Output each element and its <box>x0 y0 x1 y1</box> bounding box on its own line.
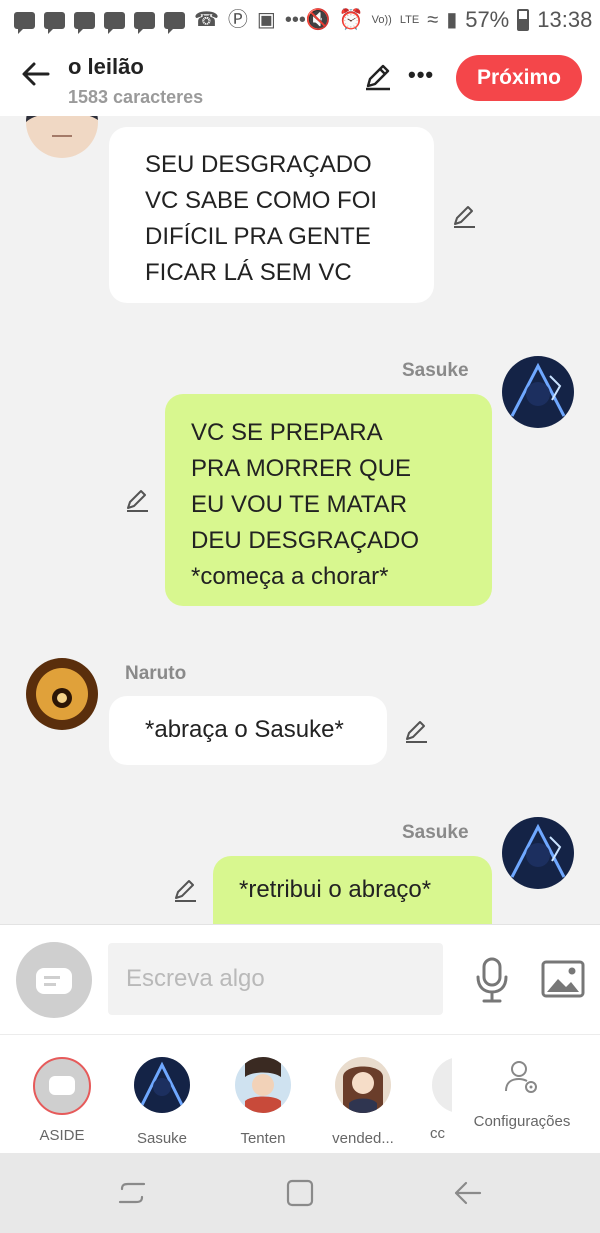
message-line: DEU DESGRAÇADO <box>191 527 420 554</box>
edit-message-pencil-icon[interactable] <box>171 876 199 904</box>
story-title: o leilão <box>68 54 144 79</box>
image-icon[interactable] <box>540 959 586 999</box>
character-label: Sasuke <box>136 1130 188 1147</box>
whatsapp-icon: ☎ <box>194 9 219 31</box>
battery-icon <box>517 9 530 31</box>
edit-message-pencil-icon[interactable] <box>123 486 151 514</box>
message-notification-icon <box>104 11 125 34</box>
compose-bar <box>0 924 600 1034</box>
chat-area[interactable]: SEU DESGRAÇADO VC SABE COMO FOI DIFÍCIL … <box>0 116 600 924</box>
volte-indicator: Vo)) <box>371 13 392 26</box>
recent-apps-icon[interactable] <box>114 1175 150 1211</box>
pinterest-icon: Ⓟ <box>227 9 248 31</box>
message-notification-icon <box>14 11 35 34</box>
next-button[interactable]: Próximo <box>456 55 582 101</box>
pencil-icon[interactable] <box>362 60 394 92</box>
wifi-icon: ≈ <box>427 9 439 31</box>
message-notification-icon <box>164 11 185 34</box>
sender-name: Naruto <box>125 663 187 684</box>
message-line: SEU DESGRAÇADO <box>145 151 372 178</box>
character-aside[interactable]: ASIDE <box>17 1057 107 1144</box>
character-selector: ASIDE Sasuke Tenten vended... cc Configu… <box>0 1034 600 1153</box>
alarm-icon: ⏰ <box>338 9 364 31</box>
settings-label: Configurações <box>473 1113 571 1130</box>
signal-icon: ▮ <box>446 9 458 31</box>
settings-button[interactable]: Configurações <box>468 1057 576 1130</box>
screenshot-icon: ▣ <box>256 9 276 31</box>
character-count: 1583 caracteres <box>68 87 204 107</box>
message-line: EU VOU TE MATAR <box>191 491 408 518</box>
message-bubble[interactable]: VC SE PREPARA PRA MORRER QUE EU VOU TE M… <box>165 394 492 606</box>
message-line: *retribui o abraço* <box>239 876 432 903</box>
sasuke-avatar <box>134 1057 190 1113</box>
sender-name: Sasuke <box>402 360 469 381</box>
message-notification-icon <box>44 11 65 34</box>
notification-icons: ☎ Ⓟ ▣ ••• <box>14 9 306 34</box>
aside-toggle-button[interactable] <box>16 942 92 1018</box>
system-nav-bar <box>0 1153 600 1233</box>
status-bar: ☎ Ⓟ ▣ ••• 🔇 ⏰ Vo)) LTE ≈ ▮ 57% 13:38 <box>0 0 600 40</box>
battery-percent: 57% <box>465 7 510 32</box>
partial-avatar <box>432 1057 452 1113</box>
more-notifications-icon: ••• <box>284 9 306 31</box>
message-line: *abraça o Sasuke* <box>145 716 344 743</box>
back-icon[interactable] <box>450 1175 486 1211</box>
tenten-avatar <box>235 1057 291 1113</box>
sender-name: Sasuke <box>402 822 469 843</box>
message-bubble[interactable]: *abraça o Sasuke* <box>109 696 387 765</box>
sasuke-avatar[interactable] <box>502 817 574 889</box>
aside-avatar <box>33 1057 91 1115</box>
network-type: LTE <box>399 14 420 26</box>
mic-icon[interactable] <box>472 955 512 1005</box>
naruto-avatar[interactable] <box>26 658 98 730</box>
edit-message-pencil-icon[interactable] <box>402 717 430 745</box>
aside-icon <box>36 968 72 994</box>
status-right: 🔇 ⏰ Vo)) LTE ≈ ▮ 57% 13:38 <box>306 7 592 33</box>
message-bubble[interactable]: SEU DESGRAÇADO VC SABE COMO FOI DIFÍCIL … <box>109 127 434 303</box>
more-icon[interactable]: ••• <box>408 62 440 90</box>
character-sasuke[interactable]: Sasuke <box>117 1057 207 1147</box>
settings-icon <box>505 1061 537 1093</box>
message-notification-icon <box>74 11 95 34</box>
message-input[interactable] <box>108 943 443 1015</box>
aside-icon <box>49 1076 75 1095</box>
message-line: PRA MORRER QUE <box>191 455 412 482</box>
character-avatar[interactable] <box>26 116 98 158</box>
clock: 13:38 <box>537 7 593 32</box>
mute-icon: 🔇 <box>305 9 331 31</box>
message-line: DIFÍCIL PRA GENTE <box>145 223 371 250</box>
home-icon[interactable] <box>282 1175 318 1211</box>
character-label: ASIDE <box>39 1127 85 1144</box>
message-bubble[interactable]: *retribui o abraço* <box>213 856 492 924</box>
message-line: VC SABE COMO FOI <box>145 187 378 214</box>
chat-header: o leilão 1583 caracteres ••• Próximo <box>0 40 600 116</box>
message-line: VC SE PREPARA <box>191 419 383 446</box>
back-arrow-icon[interactable] <box>18 56 54 92</box>
character-label: cc <box>430 1125 445 1142</box>
message-line: *começa a chorar* <box>191 563 389 590</box>
message-notification-icon <box>134 11 155 34</box>
message-line: FICAR LÁ SEM VC <box>145 259 352 286</box>
sasuke-avatar[interactable] <box>502 356 574 428</box>
edit-message-pencil-icon[interactable] <box>450 202 478 230</box>
character-partial[interactable]: cc <box>392 1057 452 1142</box>
character-tenten[interactable]: Tenten <box>218 1057 308 1147</box>
character-label: Tenten <box>240 1130 286 1147</box>
vendedora-avatar <box>335 1057 391 1113</box>
